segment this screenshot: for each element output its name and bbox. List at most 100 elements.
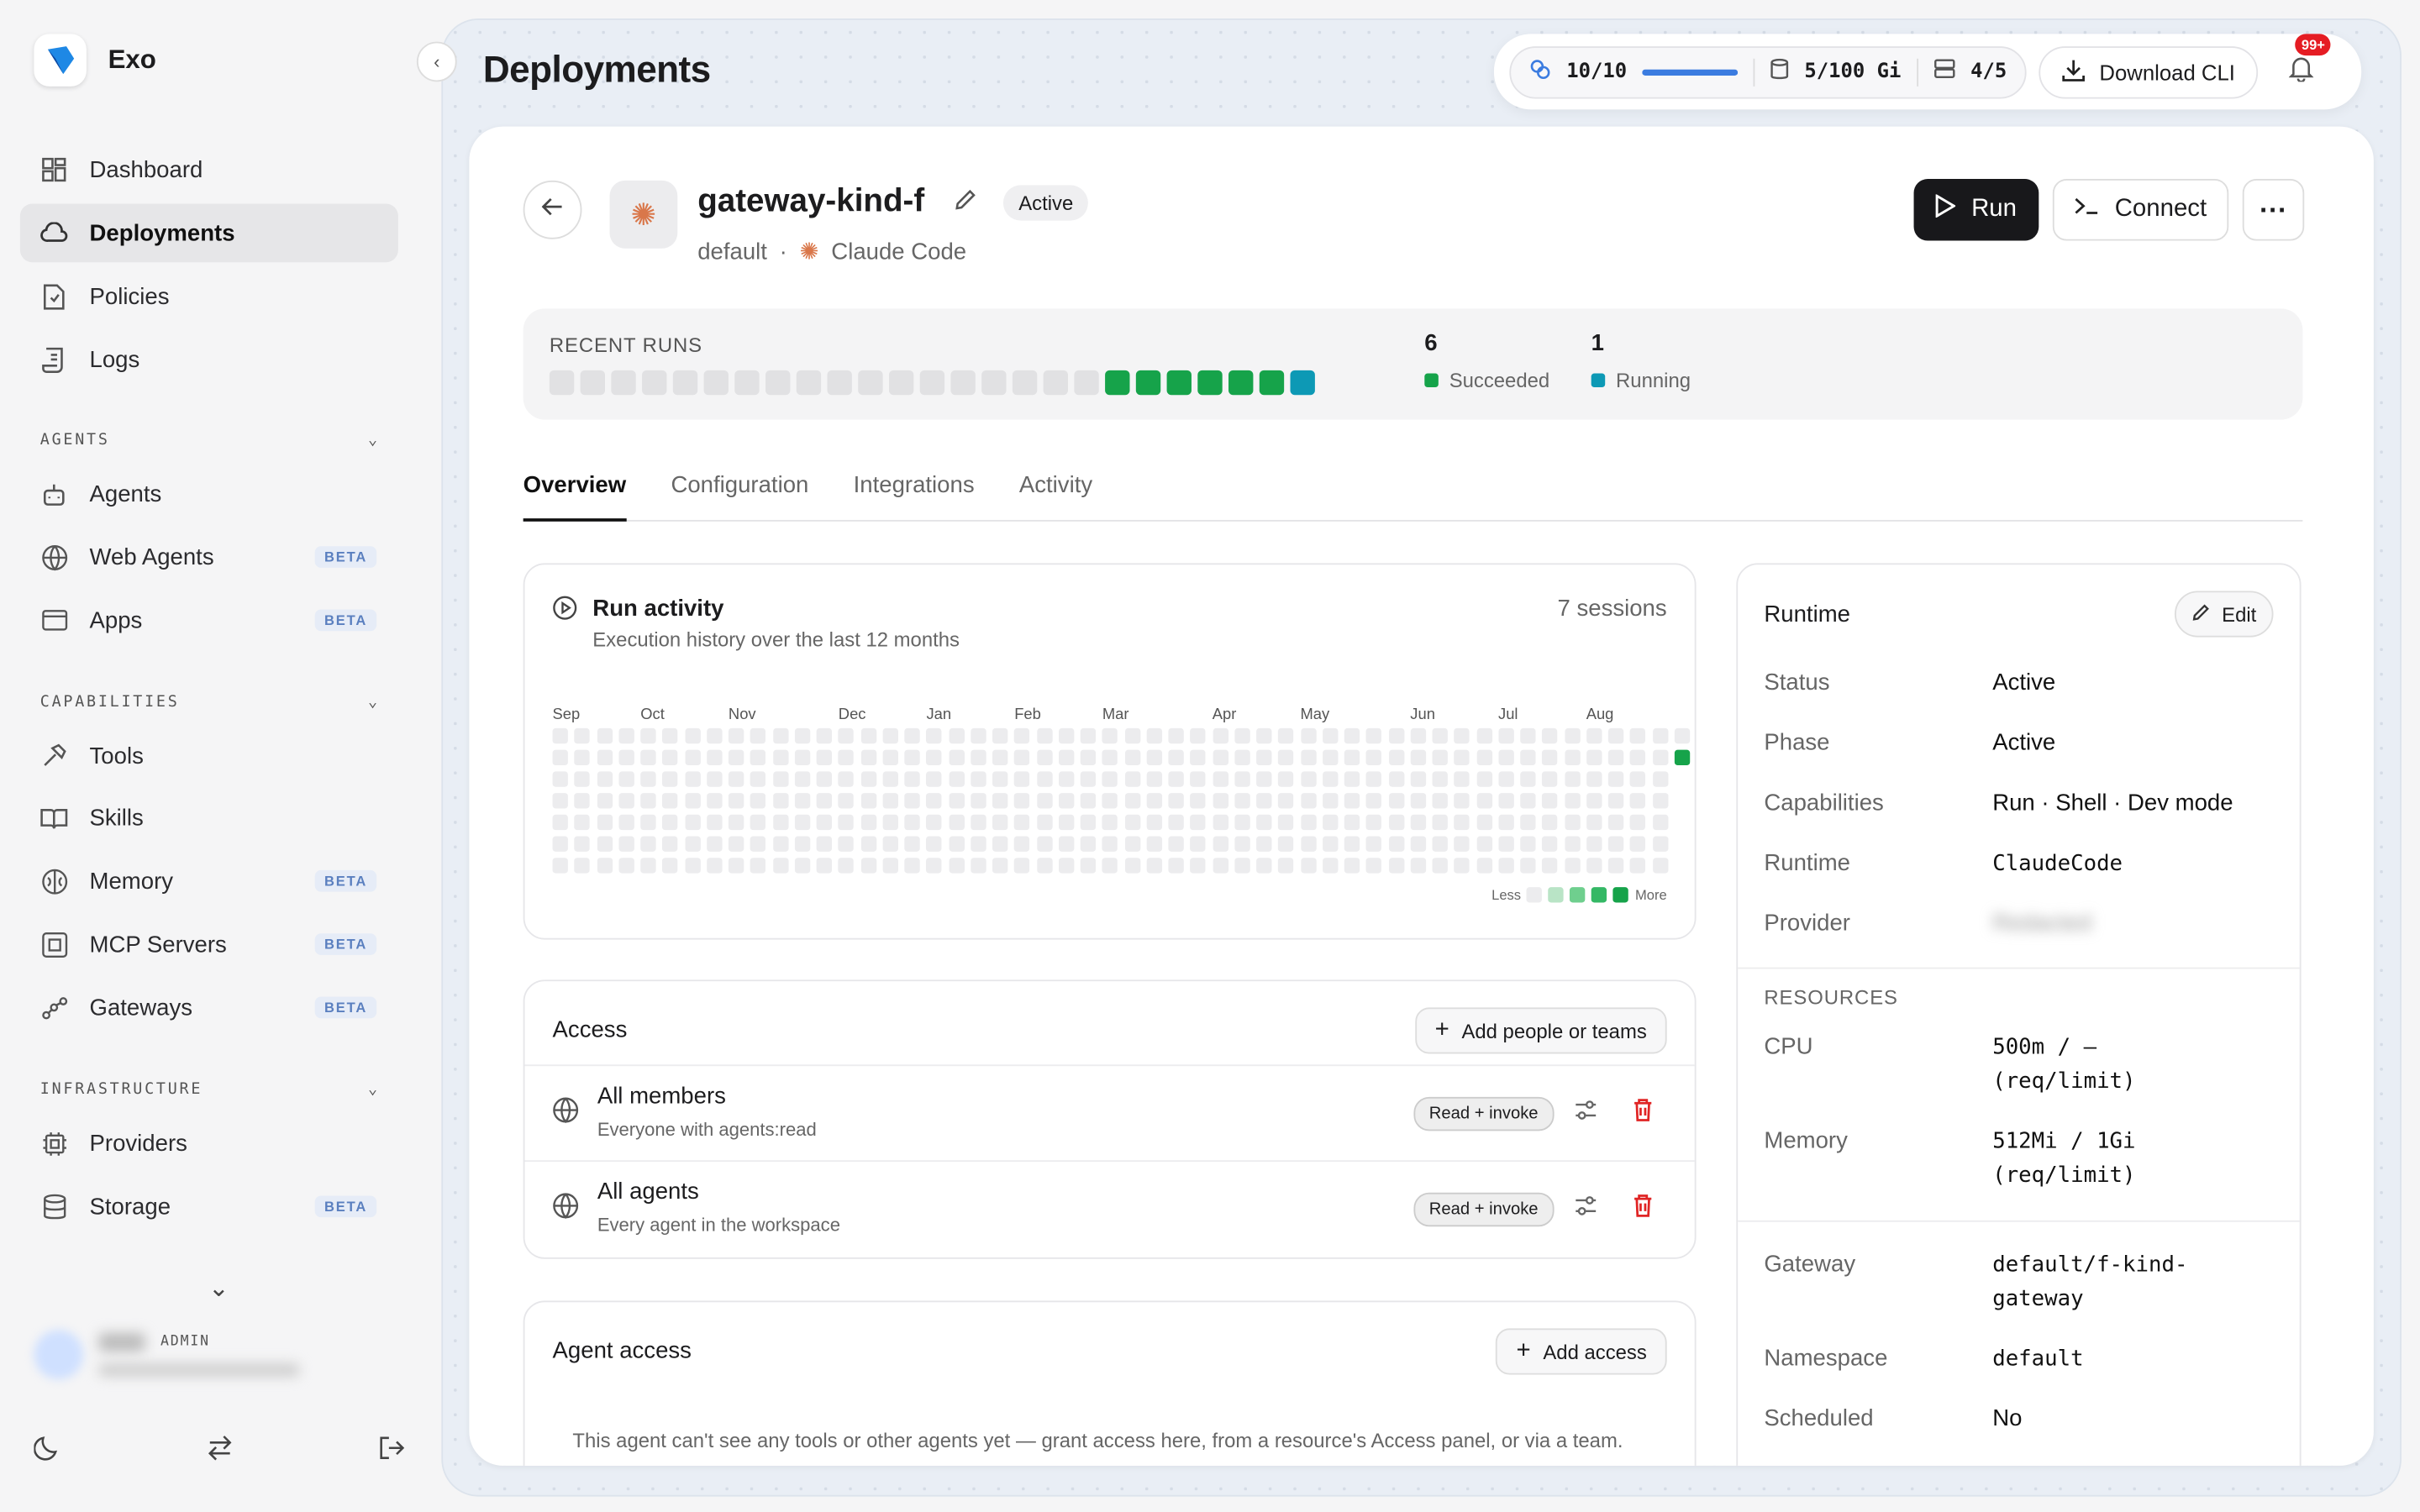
heatmap-cell[interactable] — [1498, 749, 1514, 766]
heatmap-cell[interactable] — [860, 858, 876, 874]
heatmap-cell[interactable] — [1630, 814, 1646, 831]
heatmap-cell[interactable] — [1014, 793, 1030, 809]
heatmap-cell[interactable] — [1520, 727, 1536, 744]
heatmap-cell[interactable] — [1542, 749, 1558, 766]
heatmap-cell[interactable] — [1344, 858, 1360, 874]
heatmap-cell[interactable] — [1278, 814, 1294, 831]
heatmap-cell[interactable] — [618, 836, 634, 852]
heatmap-cell[interactable] — [882, 727, 898, 744]
heatmap-cell[interactable] — [640, 793, 656, 809]
heatmap-cell[interactable] — [1652, 836, 1668, 852]
heatmap-cell[interactable] — [728, 814, 744, 831]
heatmap-cell[interactable] — [970, 771, 986, 787]
heatmap-cell[interactable] — [1256, 727, 1272, 744]
heatmap-cell[interactable] — [860, 793, 876, 809]
heatmap-cell[interactable] — [706, 814, 723, 831]
sliders-icon[interactable] — [1574, 1100, 1597, 1127]
heatmap-cell[interactable] — [1388, 793, 1404, 809]
heatmap-cell[interactable] — [640, 814, 656, 831]
heatmap-cell[interactable] — [860, 814, 876, 831]
heatmap-cell[interactable] — [1476, 749, 1492, 766]
heatmap-cell[interactable] — [1365, 858, 1382, 874]
sidebar-item-deployments[interactable]: Deployments — [19, 203, 398, 263]
run-square-empty[interactable] — [765, 370, 791, 396]
heatmap-cell[interactable] — [1190, 836, 1206, 852]
heatmap-cell[interactable] — [684, 814, 700, 831]
heatmap-cell[interactable] — [1564, 858, 1580, 874]
heatmap-cell[interactable] — [1410, 771, 1426, 787]
heatmap-cell[interactable] — [1124, 836, 1140, 852]
logout-icon[interactable] — [378, 1435, 405, 1468]
heatmap-cell[interactable] — [1520, 771, 1536, 787]
heatmap-cell[interactable] — [882, 771, 898, 787]
heatmap-cell[interactable] — [574, 793, 591, 809]
heatmap-cell[interactable] — [970, 836, 986, 852]
heatmap-cell[interactable] — [1212, 793, 1228, 809]
heatmap-cell[interactable] — [1146, 836, 1162, 852]
download-cli-button[interactable]: Download CLI — [2039, 45, 2259, 98]
heatmap-cell[interactable] — [1212, 814, 1228, 831]
heatmap-cell[interactable] — [596, 858, 613, 874]
heatmap-cell[interactable] — [1476, 771, 1492, 787]
tab-overview[interactable]: Overview — [523, 463, 627, 522]
heatmap-cell[interactable] — [1630, 771, 1646, 787]
heatmap-cell[interactable] — [640, 749, 656, 766]
heatmap-cell[interactable] — [992, 814, 1008, 831]
heatmap-cell[interactable] — [904, 858, 920, 874]
tab-activity[interactable]: Activity — [1019, 463, 1092, 522]
heatmap-cell[interactable] — [1607, 836, 1624, 852]
heatmap-cell[interactable] — [1586, 858, 1602, 874]
sidebar-item-skills[interactable]: Skills — [20, 789, 398, 848]
heatmap-cell[interactable] — [816, 858, 832, 874]
heatmap-cell[interactable] — [816, 771, 832, 787]
heatmap-cell[interactable] — [1476, 836, 1492, 852]
heatmap-cell[interactable] — [640, 836, 656, 852]
heatmap-cell[interactable] — [1454, 749, 1470, 766]
heatmap-cell[interactable] — [1036, 727, 1052, 744]
heatmap-cell[interactable] — [1212, 727, 1228, 744]
heatmap-cell[interactable] — [772, 836, 788, 852]
heatmap-cell[interactable] — [1498, 793, 1514, 809]
heatmap-cell[interactable] — [1102, 858, 1118, 874]
heatmap-cell[interactable] — [948, 793, 965, 809]
heatmap-cell[interactable] — [1014, 814, 1030, 831]
heatmap-cell[interactable] — [750, 793, 766, 809]
heatmap-cell[interactable] — [1630, 727, 1646, 744]
heatmap-cell[interactable] — [662, 858, 678, 874]
heatmap-cell[interactable] — [1586, 727, 1602, 744]
heatmap-cell[interactable] — [1058, 814, 1074, 831]
heatmap-cell[interactable] — [882, 814, 898, 831]
heatmap-cell[interactable] — [860, 727, 876, 744]
heatmap-cell[interactable] — [1410, 727, 1426, 744]
run-square-empty[interactable] — [981, 370, 1007, 396]
heatmap-cell[interactable] — [860, 749, 876, 766]
run-square-empty[interactable] — [919, 370, 945, 396]
heatmap-cell[interactable] — [948, 771, 965, 787]
heatmap-cell[interactable] — [574, 814, 591, 831]
heatmap-cell[interactable] — [1322, 858, 1338, 874]
heatmap-cell[interactable] — [728, 858, 744, 874]
heatmap-cell[interactable] — [1234, 814, 1250, 831]
heatmap-cell[interactable] — [1432, 836, 1448, 852]
heatmap-cell[interactable] — [1498, 814, 1514, 831]
quota-pill[interactable]: 10/10 5/100 Gi 4/5 — [1509, 45, 2028, 98]
heatmap-cell[interactable] — [970, 727, 986, 744]
heatmap-cell[interactable] — [1234, 771, 1250, 787]
heatmap-cell[interactable] — [574, 836, 591, 852]
heatmap-cell[interactable] — [1256, 793, 1272, 809]
heatmap-cell[interactable] — [596, 814, 613, 831]
heatmap-cell[interactable] — [1410, 814, 1426, 831]
heatmap-cell[interactable] — [992, 793, 1008, 809]
brand[interactable]: Exo — [34, 34, 156, 87]
permission-badge[interactable]: Read + invoke — [1413, 1095, 1554, 1131]
back-button[interactable] — [523, 180, 582, 239]
heatmap-cell[interactable] — [662, 793, 678, 809]
heatmap-cell[interactable] — [552, 793, 568, 809]
heatmap-cell[interactable] — [640, 771, 656, 787]
heatmap-cell[interactable] — [1278, 836, 1294, 852]
heatmap-cell[interactable] — [1476, 727, 1492, 744]
heatmap-cell[interactable] — [1300, 749, 1316, 766]
heatmap-cell[interactable] — [816, 727, 832, 744]
heatmap-cell[interactable] — [1058, 836, 1074, 852]
heatmap-cell[interactable] — [684, 771, 700, 787]
